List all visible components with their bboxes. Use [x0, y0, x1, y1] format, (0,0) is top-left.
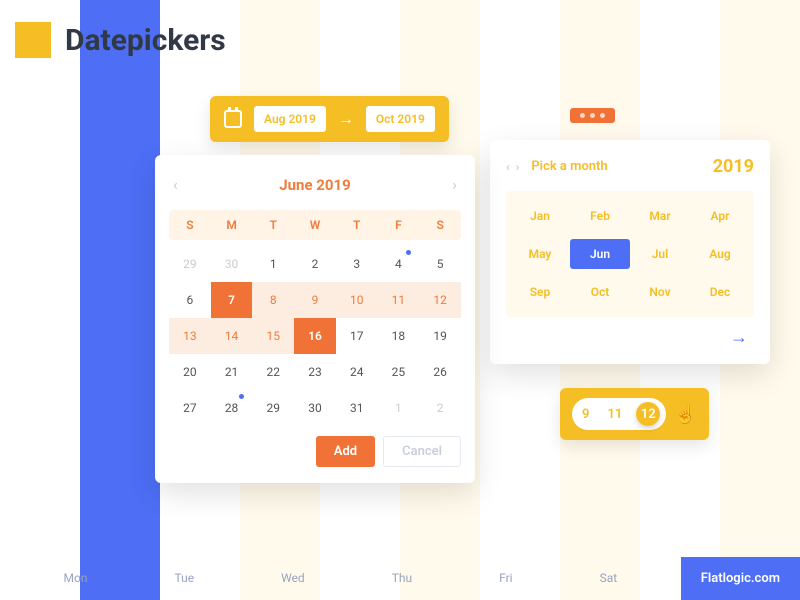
- calendar-day[interactable]: 9: [294, 282, 336, 318]
- footer: Mon Tue Wed Thu Fri Sat Flatlogic.com: [0, 556, 800, 600]
- calendar-day[interactable]: 1: [252, 246, 294, 282]
- calendar-day[interactable]: 2: [294, 246, 336, 282]
- range-from-chip[interactable]: Aug 2019: [254, 106, 326, 132]
- calendar-day[interactable]: 2: [419, 390, 461, 426]
- calendar-day[interactable]: 25: [378, 354, 420, 390]
- calendar-day[interactable]: 4: [378, 246, 420, 282]
- footer-day-label: Sat: [600, 571, 618, 585]
- calendar-icon: [224, 110, 242, 128]
- weekday-label: M: [211, 218, 253, 232]
- calendar-day[interactable]: 24: [336, 354, 378, 390]
- month-cell[interactable]: Oct: [570, 277, 630, 307]
- date-range-picker[interactable]: Aug 2019 → Oct 2019: [210, 96, 449, 142]
- footer-day-label: Tue: [174, 571, 194, 585]
- calendar-day[interactable]: 10: [336, 282, 378, 318]
- month-picker-panel: ‹ › Pick a month 2019 JanFebMarApr MayJun…: [490, 140, 770, 364]
- calendar-day[interactable]: 1: [378, 390, 420, 426]
- calendar-day[interactable]: 27: [169, 390, 211, 426]
- calendar-days-grid: 2930123456789101112131415161718192021222…: [169, 246, 461, 426]
- calendar-day[interactable]: 12: [419, 282, 461, 318]
- month-cell[interactable]: Dec: [690, 277, 750, 307]
- title-text: Datepickers: [65, 23, 226, 58]
- month-cell[interactable]: Feb: [570, 201, 630, 231]
- calendar-day[interactable]: 18: [378, 318, 420, 354]
- calendar-panel: ‹ June 2019 › SMTWTFS 293012345678910111…: [155, 155, 475, 483]
- add-button[interactable]: Add: [316, 436, 375, 467]
- page-title: Datepickers: [15, 22, 226, 58]
- calendar-month-title: June 2019: [279, 176, 350, 194]
- arrow-right-icon: →: [338, 109, 354, 129]
- calendar-day[interactable]: 26: [419, 354, 461, 390]
- calendar-day[interactable]: 31: [336, 390, 378, 426]
- month-cell[interactable]: Jul: [630, 239, 690, 269]
- hour-option-selected[interactable]: 12: [636, 402, 660, 426]
- weekday-label: S: [169, 218, 211, 232]
- footer-day-label: Mon: [64, 571, 88, 585]
- calendar-day[interactable]: 29: [169, 246, 211, 282]
- calendar-day[interactable]: 29: [252, 390, 294, 426]
- month-cell[interactable]: Aug: [690, 239, 750, 269]
- month-prev-button[interactable]: ‹: [506, 160, 510, 174]
- calendar-day[interactable]: 20: [169, 354, 211, 390]
- next-month-button[interactable]: ›: [448, 171, 461, 198]
- calendar-day[interactable]: 22: [252, 354, 294, 390]
- footer-day-label: Thu: [392, 571, 412, 585]
- month-picker-label: Pick a month: [531, 159, 607, 174]
- weekday-header: SMTWTFS: [169, 210, 461, 240]
- month-cell[interactable]: May: [510, 239, 570, 269]
- month-cell[interactable]: Sep: [510, 277, 570, 307]
- weekday-label: F: [378, 218, 420, 232]
- calendar-day[interactable]: 3: [336, 246, 378, 282]
- calendar-day[interactable]: 7: [211, 282, 253, 318]
- month-picker-year: 2019: [713, 156, 754, 177]
- weekday-label: S: [419, 218, 461, 232]
- month-cell[interactable]: Nov: [630, 277, 690, 307]
- calendar-day[interactable]: 8: [252, 282, 294, 318]
- calendar-day[interactable]: 16: [294, 318, 336, 354]
- month-cell[interactable]: Mar: [630, 201, 690, 231]
- month-cell[interactable]: Jun: [570, 239, 630, 269]
- cancel-button[interactable]: Cancel: [383, 436, 461, 467]
- confirm-arrow-button[interactable]: →: [506, 327, 754, 348]
- month-cell[interactable]: Apr: [690, 201, 750, 231]
- calendar-day[interactable]: 28: [211, 390, 253, 426]
- footer-weekdays: Mon Tue Wed Thu Fri Sat: [0, 571, 681, 585]
- calendar-day[interactable]: 17: [336, 318, 378, 354]
- calendar-day[interactable]: 14: [211, 318, 253, 354]
- pointer-icon: ☝: [674, 404, 696, 425]
- month-cell[interactable]: Jan: [510, 201, 570, 231]
- hour-option[interactable]: 11: [603, 405, 626, 424]
- month-grid: JanFebMarApr MayJunJulAug SepOctNovDec: [506, 191, 754, 317]
- calendar-day[interactable]: 5: [419, 246, 461, 282]
- weekday-label: T: [336, 218, 378, 232]
- brand-link[interactable]: Flatlogic.com: [681, 557, 800, 600]
- footer-day-label: Wed: [281, 571, 305, 585]
- calendar-day[interactable]: 21: [211, 354, 253, 390]
- hour-picker[interactable]: 9 11 12 ☝: [560, 388, 709, 440]
- calendar-day[interactable]: 30: [211, 246, 253, 282]
- calendar-day[interactable]: 30: [294, 390, 336, 426]
- calendar-day[interactable]: 23: [294, 354, 336, 390]
- hour-option[interactable]: 9: [578, 405, 593, 424]
- calendar-day[interactable]: 11: [378, 282, 420, 318]
- title-accent-icon: [15, 22, 51, 58]
- weekday-label: T: [252, 218, 294, 232]
- calendar-day[interactable]: 19: [419, 318, 461, 354]
- footer-day-label: Fri: [499, 571, 512, 585]
- calendar-day[interactable]: 6: [169, 282, 211, 318]
- calendar-day[interactable]: 15: [252, 318, 294, 354]
- window-dots-icon: [570, 108, 615, 123]
- range-to-chip[interactable]: Oct 2019: [366, 106, 435, 132]
- month-next-button[interactable]: ›: [516, 160, 520, 174]
- weekday-label: W: [294, 218, 336, 232]
- prev-month-button[interactable]: ‹: [169, 171, 182, 198]
- calendar-day[interactable]: 13: [169, 318, 211, 354]
